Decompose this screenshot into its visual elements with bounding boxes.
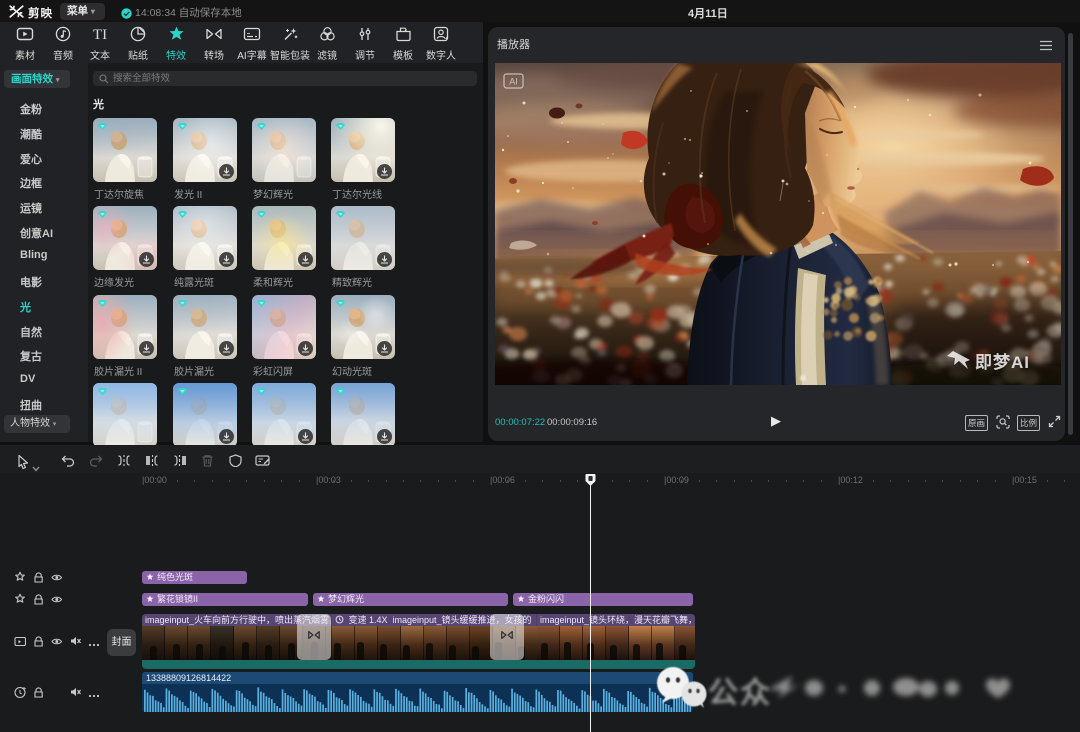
svg-text:AI: AI <box>509 77 518 87</box>
svg-text:TI: TI <box>93 27 107 42</box>
svg-text:即梦AI: 即梦AI <box>975 352 1030 372</box>
